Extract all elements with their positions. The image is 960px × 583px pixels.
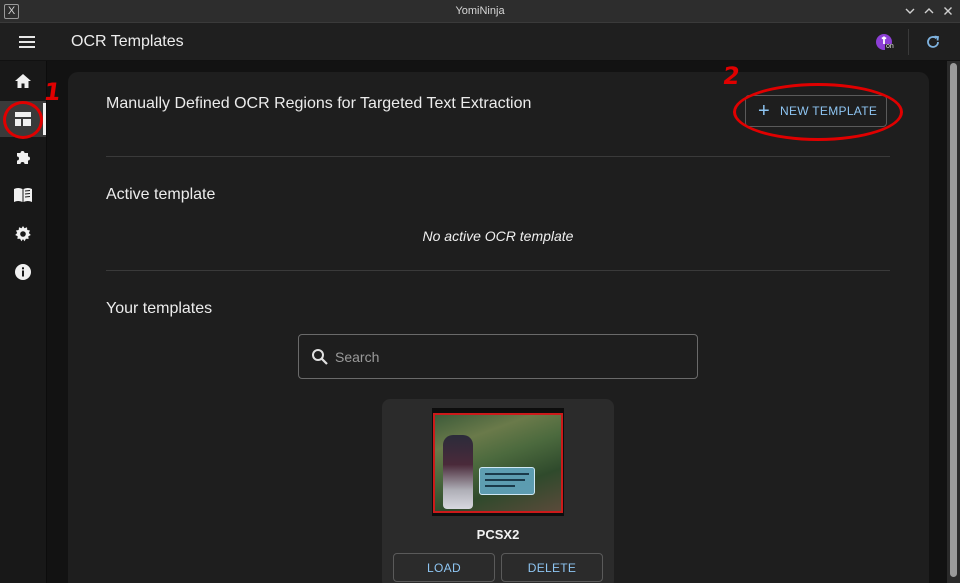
menu-button[interactable] xyxy=(16,32,38,52)
refresh-button[interactable] xyxy=(923,32,943,52)
section-divider xyxy=(106,270,890,271)
maximize-button[interactable] xyxy=(921,3,937,19)
side-navigation xyxy=(0,61,47,583)
puzzle-icon xyxy=(17,151,30,164)
chevron-up-icon xyxy=(924,8,934,14)
template-icon xyxy=(15,112,31,126)
thumbnail-character xyxy=(443,435,473,509)
nav-item-extensions[interactable] xyxy=(0,139,46,175)
your-templates-title: Your templates xyxy=(106,300,213,317)
close-icon xyxy=(944,7,952,15)
thumbnail-dialog-box xyxy=(479,467,535,495)
minimize-button[interactable] xyxy=(902,3,918,19)
main-scrollbar[interactable] xyxy=(947,61,960,583)
load-template-button[interactable]: LOAD xyxy=(393,553,495,582)
plus-icon: + xyxy=(758,100,770,122)
thumbnail-capture-frame xyxy=(433,413,563,513)
template-thumbnail xyxy=(432,408,564,516)
chevron-down-icon xyxy=(905,8,915,14)
section-divider xyxy=(106,156,890,157)
nav-item-settings[interactable] xyxy=(0,216,46,252)
delete-template-button[interactable]: DELETE xyxy=(501,553,603,582)
book-icon xyxy=(14,188,32,202)
no-active-template-message: No active OCR template xyxy=(422,228,574,244)
search-icon xyxy=(312,349,328,365)
window-title: YomiNinja xyxy=(455,5,505,17)
active-template-title: Active template xyxy=(106,186,216,203)
nav-item-home[interactable] xyxy=(0,63,46,99)
extension-status-badge: on xyxy=(886,43,894,50)
scrollbar-thumb[interactable] xyxy=(950,63,957,577)
nav-item-ocr-templates[interactable] xyxy=(0,101,46,137)
info-icon xyxy=(15,264,31,280)
page-title: OCR Templates xyxy=(71,33,184,50)
search-input[interactable] xyxy=(335,335,685,378)
refresh-icon xyxy=(927,35,940,48)
template-card: PCSX2 LOAD DELETE xyxy=(382,399,614,583)
nav-item-dictionary[interactable] xyxy=(0,177,46,213)
extension-status-button[interactable]: on xyxy=(875,33,895,53)
new-template-label: NEW TEMPLATE xyxy=(779,104,878,118)
template-name: PCSX2 xyxy=(476,527,520,542)
page-headline: Manually Defined OCR Regions for Targete… xyxy=(106,95,532,112)
menu-icon xyxy=(19,36,35,48)
app-bar: OCR Templates on xyxy=(0,23,960,61)
template-search xyxy=(298,334,698,379)
window-titlebar: X YomiNinja xyxy=(0,0,960,23)
new-template-button[interactable]: + NEW TEMPLATE xyxy=(745,95,887,127)
appbar-divider xyxy=(908,29,909,55)
close-window-button[interactable] xyxy=(940,3,956,19)
home-icon xyxy=(15,74,31,88)
gear-icon xyxy=(15,226,31,242)
nav-item-about[interactable] xyxy=(0,254,46,290)
